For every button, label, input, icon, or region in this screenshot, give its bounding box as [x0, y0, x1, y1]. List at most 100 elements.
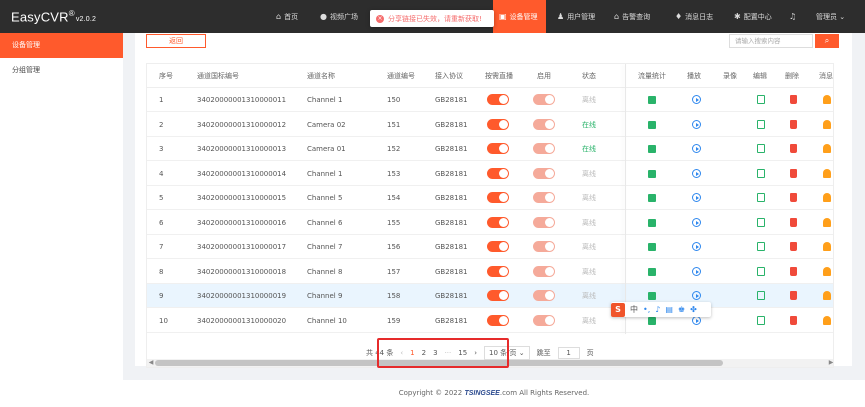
traffic-stats-icon[interactable] — [648, 194, 656, 202]
message-bell-icon[interactable] — [823, 242, 831, 251]
goto-page-input[interactable]: 1 — [557, 347, 580, 359]
delete-icon[interactable] — [790, 266, 797, 276]
traffic-stats-icon[interactable] — [648, 316, 656, 325]
enable-toggle[interactable] — [533, 118, 555, 130]
message-bell-icon[interactable] — [823, 291, 831, 300]
app-logo[interactable]: EasyCVR®v2.0.2 — [11, 9, 96, 24]
delete-icon[interactable] — [790, 242, 797, 251]
on-demand-live-toggle[interactable] — [487, 265, 509, 277]
search-input[interactable]: 请输入搜索内容 — [729, 34, 813, 48]
enable-toggle[interactable] — [533, 94, 555, 105]
enable-toggle[interactable] — [533, 290, 555, 301]
table-row[interactable]: 7 34020000001310000017 Channel 7 156 GB28181… — [147, 235, 833, 259]
enable-toggle[interactable] — [533, 265, 555, 277]
traffic-stats-icon[interactable] — [648, 169, 656, 178]
scroll-left-arrow[interactable]: ◀ — [147, 359, 155, 367]
play-icon[interactable] — [692, 217, 701, 227]
delete-icon[interactable] — [790, 315, 797, 325]
table-row[interactable]: 8 34020000001310000018 Channel 8 157 GB28181… — [147, 259, 833, 284]
delete-icon[interactable] — [790, 144, 797, 153]
play-icon[interactable] — [692, 291, 701, 300]
admin-menu[interactable]: 管理员 ⌄ — [810, 0, 851, 33]
on-demand-live-toggle[interactable] — [487, 290, 509, 301]
edit-icon[interactable] — [757, 291, 765, 300]
message-bell-icon[interactable] — [823, 266, 831, 276]
enable-toggle[interactable] — [533, 216, 555, 228]
edit-icon[interactable] — [757, 315, 765, 325]
on-demand-live-toggle[interactable] — [487, 241, 509, 252]
delete-icon[interactable] — [790, 291, 797, 300]
nav-device-management[interactable]: ▣ 设备管理 — [493, 0, 546, 33]
ime-voice-icon[interactable]: ♪ — [655, 305, 660, 314]
edit-icon[interactable] — [757, 266, 765, 276]
delete-icon[interactable] — [790, 119, 797, 129]
traffic-stats-icon[interactable] — [648, 96, 656, 104]
on-demand-live-toggle[interactable] — [487, 94, 509, 105]
brand-link[interactable]: TSINGSEE — [464, 390, 499, 397]
message-bell-icon[interactable] — [823, 95, 831, 104]
table-row[interactable]: 6 34020000001310000016 Channel 6 155 GB28181… — [147, 210, 833, 235]
edit-icon[interactable] — [757, 95, 765, 104]
edit-icon[interactable] — [757, 168, 765, 178]
traffic-stats-icon[interactable] — [648, 292, 656, 300]
play-icon[interactable] — [692, 119, 701, 129]
table-row[interactable]: 5 34020000001310000015 Channel 5 154 GB28181… — [147, 186, 833, 210]
table-row[interactable]: 10 34020000001310000020 Channel 10 159 GB281… — [147, 308, 833, 333]
ime-logo-icon[interactable]: S — [611, 302, 625, 317]
scroll-right-arrow[interactable]: ▶ — [827, 359, 833, 367]
enable-toggle[interactable] — [533, 167, 555, 179]
table-row[interactable]: 4 34020000001310000014 Channel 1 153 GB28181… — [147, 161, 833, 186]
traffic-stats-icon[interactable] — [648, 243, 656, 251]
on-demand-live-toggle[interactable] — [487, 314, 509, 326]
table-row[interactable]: 3 34020000001310000013 Camera 01 152 GB28181… — [147, 137, 833, 161]
enable-toggle[interactable] — [533, 143, 555, 154]
play-icon[interactable] — [692, 144, 701, 153]
ime-skin-icon[interactable]: ♚ — [678, 305, 685, 314]
delete-icon[interactable] — [790, 193, 797, 202]
nav-alarm-query[interactable]: ⌂ 告警查询 — [608, 0, 656, 33]
edit-icon[interactable] — [757, 242, 765, 251]
play-icon[interactable] — [692, 95, 701, 104]
nav-video-square[interactable]: ● 视频广场 — [314, 0, 364, 33]
play-icon[interactable] — [692, 168, 701, 178]
search-button[interactable]: ⌕ — [815, 34, 839, 48]
back-button[interactable]: 返回 — [146, 34, 206, 48]
sidebar-item-group-management[interactable]: 分组管理 — [0, 58, 123, 83]
enable-toggle[interactable] — [533, 314, 555, 326]
enable-toggle[interactable] — [533, 241, 555, 252]
nav-config-center[interactable]: ✱ 配置中心 — [728, 0, 778, 33]
sidebar-item-device-management[interactable]: 设备管理 — [0, 33, 123, 58]
ime-punctuation-icon[interactable]: •, — [643, 305, 650, 314]
traffic-stats-icon[interactable] — [648, 267, 656, 276]
nav-user-management[interactable]: ♟ 用户管理 — [551, 0, 601, 33]
message-bell-icon[interactable] — [823, 193, 831, 202]
ime-toolbar[interactable]: S 中 •, ♪ ▤ ♚ ✤ — [611, 302, 711, 317]
on-demand-live-toggle[interactable] — [487, 167, 509, 179]
on-demand-live-toggle[interactable] — [487, 143, 509, 154]
message-bell-icon[interactable] — [823, 144, 831, 153]
ime-toolbox-icon[interactable]: ✤ — [690, 305, 697, 314]
enable-toggle[interactable] — [533, 192, 555, 203]
table-row[interactable]: 9 34020000001310000019 Channel 9 158 GB28181… — [147, 284, 833, 308]
play-icon[interactable] — [692, 193, 701, 202]
delete-icon[interactable] — [790, 95, 797, 104]
message-bell-icon[interactable] — [823, 168, 831, 178]
nav-message-log[interactable]: ♦ 消息日志 — [669, 0, 719, 33]
edit-icon[interactable] — [757, 119, 765, 129]
table-row[interactable]: 1 34020000001310000011 Channel 1 150 GB28181… — [147, 88, 833, 112]
edit-icon[interactable] — [757, 217, 765, 227]
message-bell-icon[interactable] — [823, 315, 831, 325]
on-demand-live-toggle[interactable] — [487, 192, 509, 203]
delete-icon[interactable] — [790, 168, 797, 178]
traffic-stats-icon[interactable] — [648, 145, 656, 153]
edit-icon[interactable] — [757, 144, 765, 153]
edit-icon[interactable] — [757, 193, 765, 202]
nav-home[interactable]: ⌂ 首页 — [270, 0, 304, 33]
play-icon[interactable] — [692, 266, 701, 276]
play-icon[interactable] — [692, 242, 701, 251]
ime-keyboard-icon[interactable]: ▤ — [665, 305, 673, 314]
on-demand-live-toggle[interactable] — [487, 118, 509, 130]
traffic-stats-icon[interactable] — [648, 218, 656, 227]
traffic-stats-icon[interactable] — [648, 120, 656, 129]
message-bell-icon[interactable] — [823, 119, 831, 129]
